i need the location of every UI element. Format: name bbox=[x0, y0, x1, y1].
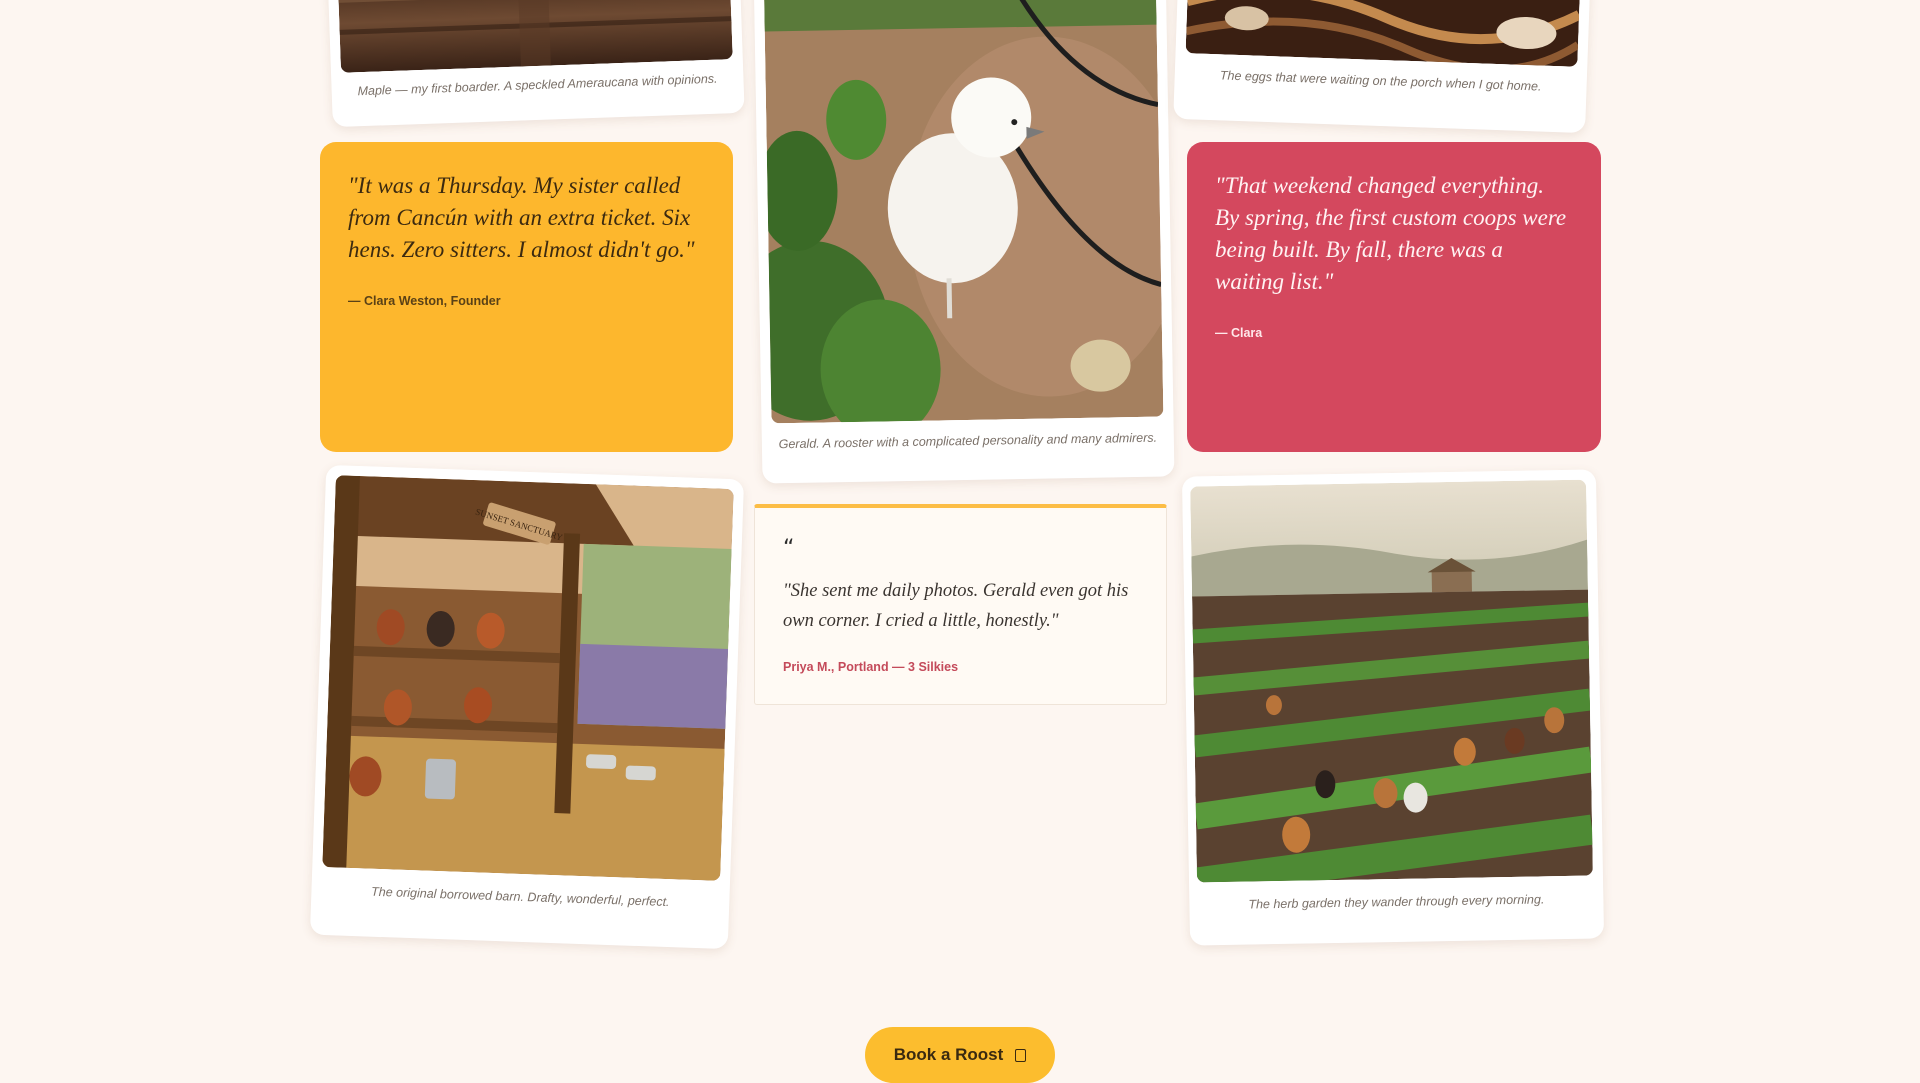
photo-card-eggs: The eggs that were waiting on the porch … bbox=[1173, 0, 1591, 134]
barn-photo: SUNSET SANCTUARY bbox=[322, 475, 734, 881]
photo-caption: The original borrowed barn. Drafty, wond… bbox=[370, 884, 670, 910]
quote-card-weekend: "That weekend changed everything. By spr… bbox=[1187, 142, 1601, 452]
book-a-roost-button[interactable]: Book a Roost bbox=[865, 1027, 1055, 1083]
testimonial-text: "She sent me daily photos. Gerald even g… bbox=[783, 581, 1129, 631]
quote-text: "It was a Thursday. My sister called fro… bbox=[348, 173, 695, 262]
quote-attribution: — Clara bbox=[1215, 326, 1263, 340]
maple-photo bbox=[337, 0, 733, 73]
eggs-photo bbox=[1185, 0, 1581, 67]
calendar-icon bbox=[1015, 1048, 1027, 1062]
testimonial-card: “ "She sent me daily photos. Gerald even… bbox=[754, 504, 1167, 705]
book-a-roost-label: Book a Roost bbox=[893, 1045, 1004, 1064]
gerald-photo bbox=[763, 0, 1164, 424]
photo-caption: Maple — my first boarder. A speckled Ame… bbox=[357, 71, 718, 99]
testimonial-attribution: Priya M., Portland — 3 Silkies bbox=[783, 660, 959, 674]
photo-card-garden: The herb garden they wander through ever… bbox=[1181, 469, 1605, 946]
photo-caption: The herb garden they wander through ever… bbox=[1248, 892, 1545, 912]
quote-text: "That weekend changed everything. By spr… bbox=[1215, 173, 1567, 294]
photo-caption: The eggs that were waiting on the porch … bbox=[1219, 68, 1542, 94]
quote-icon: “ bbox=[783, 536, 795, 561]
photo-card-barn: SUNSET SANCTUARY The original borrowed b… bbox=[309, 464, 745, 950]
photo-card-gerald: Gerald. A rooster with a complicated per… bbox=[753, 0, 1175, 484]
photo-caption: Gerald. A rooster with a complicated per… bbox=[778, 430, 1158, 452]
photo-card-maple: Maple — my first boarder. A speckled Ame… bbox=[327, 0, 745, 128]
garden-photo bbox=[1190, 479, 1593, 883]
quote-card-founder: "It was a Thursday. My sister called fro… bbox=[320, 142, 733, 452]
quote-attribution: — Clara Weston, Founder bbox=[348, 294, 501, 308]
